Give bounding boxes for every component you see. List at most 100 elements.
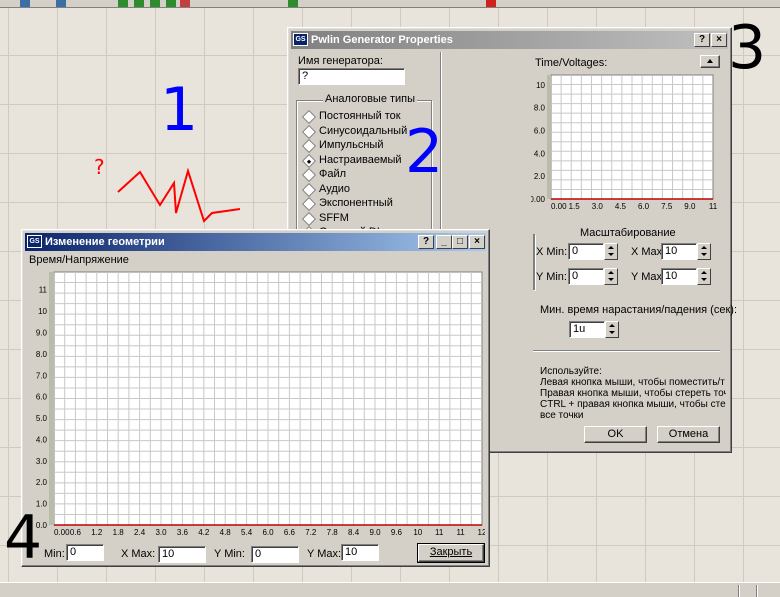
xmin-field[interactable]: 0 xyxy=(66,544,104,561)
maximize-button[interactable]: □ xyxy=(452,235,468,249)
x-tick-label: 12 xyxy=(478,528,485,537)
y-tick-label: 8.0 xyxy=(534,104,546,113)
close-button[interactable]: × xyxy=(469,235,485,249)
analog-type-label[interactable]: Импульсный xyxy=(319,139,383,151)
ymax-spinner[interactable] xyxy=(697,268,711,285)
x-tick-label: 6.0 xyxy=(638,202,650,211)
ymin-label: Y Min: xyxy=(536,271,567,283)
x-tick-label: 4.8 xyxy=(220,528,232,537)
analog-type-label[interactable]: SFFM xyxy=(319,212,349,224)
app-icon: GS xyxy=(293,33,308,46)
rise-time-spinner[interactable] xyxy=(605,321,619,338)
pwlin-titlebar[interactable]: GS Pwlin Generator Properties ? × xyxy=(291,31,728,49)
x-tick-label: 2.4 xyxy=(134,528,146,537)
generator-name-field[interactable]: ? xyxy=(298,68,405,85)
help-button[interactable]: ? xyxy=(694,33,710,47)
y-tick-label: 2.0 xyxy=(36,478,48,487)
x-tick-label: 1.8 xyxy=(113,528,125,537)
xmax-spinner[interactable] xyxy=(697,243,711,260)
ymin-field[interactable]: 0 xyxy=(251,546,299,563)
x-tick-label: 7.5 xyxy=(661,202,673,211)
annotation-number: 4 xyxy=(4,503,43,573)
rise-time-field[interactable]: 1u xyxy=(569,321,605,338)
analog-type-label[interactable]: Синусоидальный xyxy=(319,125,407,137)
x-tick-label: 5.4 xyxy=(241,528,253,537)
toolbar-icon[interactable] xyxy=(150,0,160,7)
close-dialog-label: Закрыть xyxy=(429,546,473,558)
main-toolbar xyxy=(0,0,780,8)
app-icon: GS xyxy=(27,235,42,248)
ymin-label: Y Min: xyxy=(214,548,245,560)
collapse-button[interactable] xyxy=(700,55,720,68)
ymin-field[interactable]: 0 xyxy=(568,268,604,285)
help-line: Левая кнопка мыши, чтобы поместить/т xyxy=(540,377,725,388)
window-title: Pwlin Generator Properties xyxy=(311,34,453,46)
geometry-titlebar[interactable]: GS Изменение геометрии ? _ □ × xyxy=(25,233,486,251)
close-button[interactable]: × xyxy=(711,33,727,47)
toolbar-icon[interactable] xyxy=(20,0,30,7)
window-title: Изменение геометрии xyxy=(45,236,165,248)
status-bar xyxy=(0,582,780,597)
analog-type-label[interactable]: Постоянный ток xyxy=(319,110,401,122)
xmax-field[interactable]: 10 xyxy=(661,243,697,260)
x-tick-label: 8.4 xyxy=(348,528,360,537)
minimize-button[interactable]: _ xyxy=(436,235,452,249)
x-tick-label: 6.0 xyxy=(262,528,274,537)
time-voltage-chart[interactable]: 0.00 1.5 3.0 4.5 6.0 7.5 9.0 110.002.04.06.08.0… xyxy=(531,71,718,217)
analog-type-label[interactable]: Настраиваемый xyxy=(319,154,402,166)
x-tick-label: 9.0 xyxy=(369,528,381,537)
y-tick-label: 10 xyxy=(38,307,47,316)
annotation-number: 1 xyxy=(160,75,199,145)
close-dialog-button[interactable]: Закрыть xyxy=(417,543,485,563)
x-tick-label: 7.8 xyxy=(327,528,339,537)
xmin-label: X Min: xyxy=(536,246,568,258)
x-tick-label: 11 xyxy=(435,528,444,537)
toolbar-icon[interactable] xyxy=(486,0,496,7)
scaling-title: Масштабирование xyxy=(578,227,678,239)
scaling-group xyxy=(533,234,535,290)
toolbar-icon[interactable] xyxy=(134,0,144,7)
y-tick-label: 6.0 xyxy=(36,393,48,402)
xmax-label: X Max: xyxy=(121,548,156,560)
annotation-number: 3 xyxy=(728,13,767,83)
help-button[interactable]: ? xyxy=(418,235,434,249)
red-scribble xyxy=(117,167,241,223)
analog-type-label[interactable]: Аудио xyxy=(319,183,350,195)
toolbar-icon[interactable] xyxy=(180,0,190,7)
y-tick-label: 5.0 xyxy=(36,414,48,423)
y-tick-label: 11 xyxy=(39,286,48,295)
analog-types-title: Аналоговые типы xyxy=(323,93,418,105)
x-tick-label: 11 xyxy=(456,528,465,537)
x-tick-label: 3.6 xyxy=(177,528,189,537)
xmax-field[interactable]: 10 xyxy=(158,546,206,563)
xmin-field[interactable]: 0 xyxy=(568,243,604,260)
ymin-spinner[interactable] xyxy=(604,268,618,285)
y-tick-label: 4.0 xyxy=(534,149,546,158)
x-tick-label: 6.6 xyxy=(284,528,296,537)
toolbar-icon[interactable] xyxy=(288,0,298,7)
toolbar-icon[interactable] xyxy=(56,0,66,7)
y-tick-label: 2.0 xyxy=(534,172,546,181)
y-tick-label: 4.0 xyxy=(36,435,48,444)
y-tick-label: 0.00 xyxy=(531,195,546,204)
y-tick-label: 6.0 xyxy=(534,127,546,136)
generator-name-label: Имя генератора: xyxy=(298,55,383,67)
ymax-field[interactable]: 10 xyxy=(661,268,697,285)
y-tick-label: 3.0 xyxy=(36,457,48,466)
toolbar-icon[interactable] xyxy=(118,0,128,7)
axis-gutter xyxy=(49,272,54,525)
x-tick-label: 10 xyxy=(413,528,422,537)
status-separator xyxy=(738,585,740,597)
analog-type-label[interactable]: Файл xyxy=(319,168,346,180)
help-line: Правая кнопка мыши, чтобы стереть точ xyxy=(540,388,726,399)
ymax-field[interactable]: 10 xyxy=(341,544,379,561)
analog-type-label[interactable]: Экспонентный xyxy=(319,197,393,209)
toolbar-icon[interactable] xyxy=(166,0,176,7)
y-tick-label: 8.0 xyxy=(36,350,48,359)
geometry-chart[interactable]: 0.00 0.6 1.2 1.8 2.4 3.0 3.6 4.2 4.8 5.4 6.0 6.6 7.2… xyxy=(26,268,485,537)
x-tick-label: 11 xyxy=(709,202,718,211)
ok-button[interactable]: OK xyxy=(584,426,647,443)
xmin-spinner[interactable] xyxy=(604,243,618,260)
x-tick-label: 9.0 xyxy=(684,202,696,211)
cancel-button[interactable]: Отмена xyxy=(657,426,720,443)
